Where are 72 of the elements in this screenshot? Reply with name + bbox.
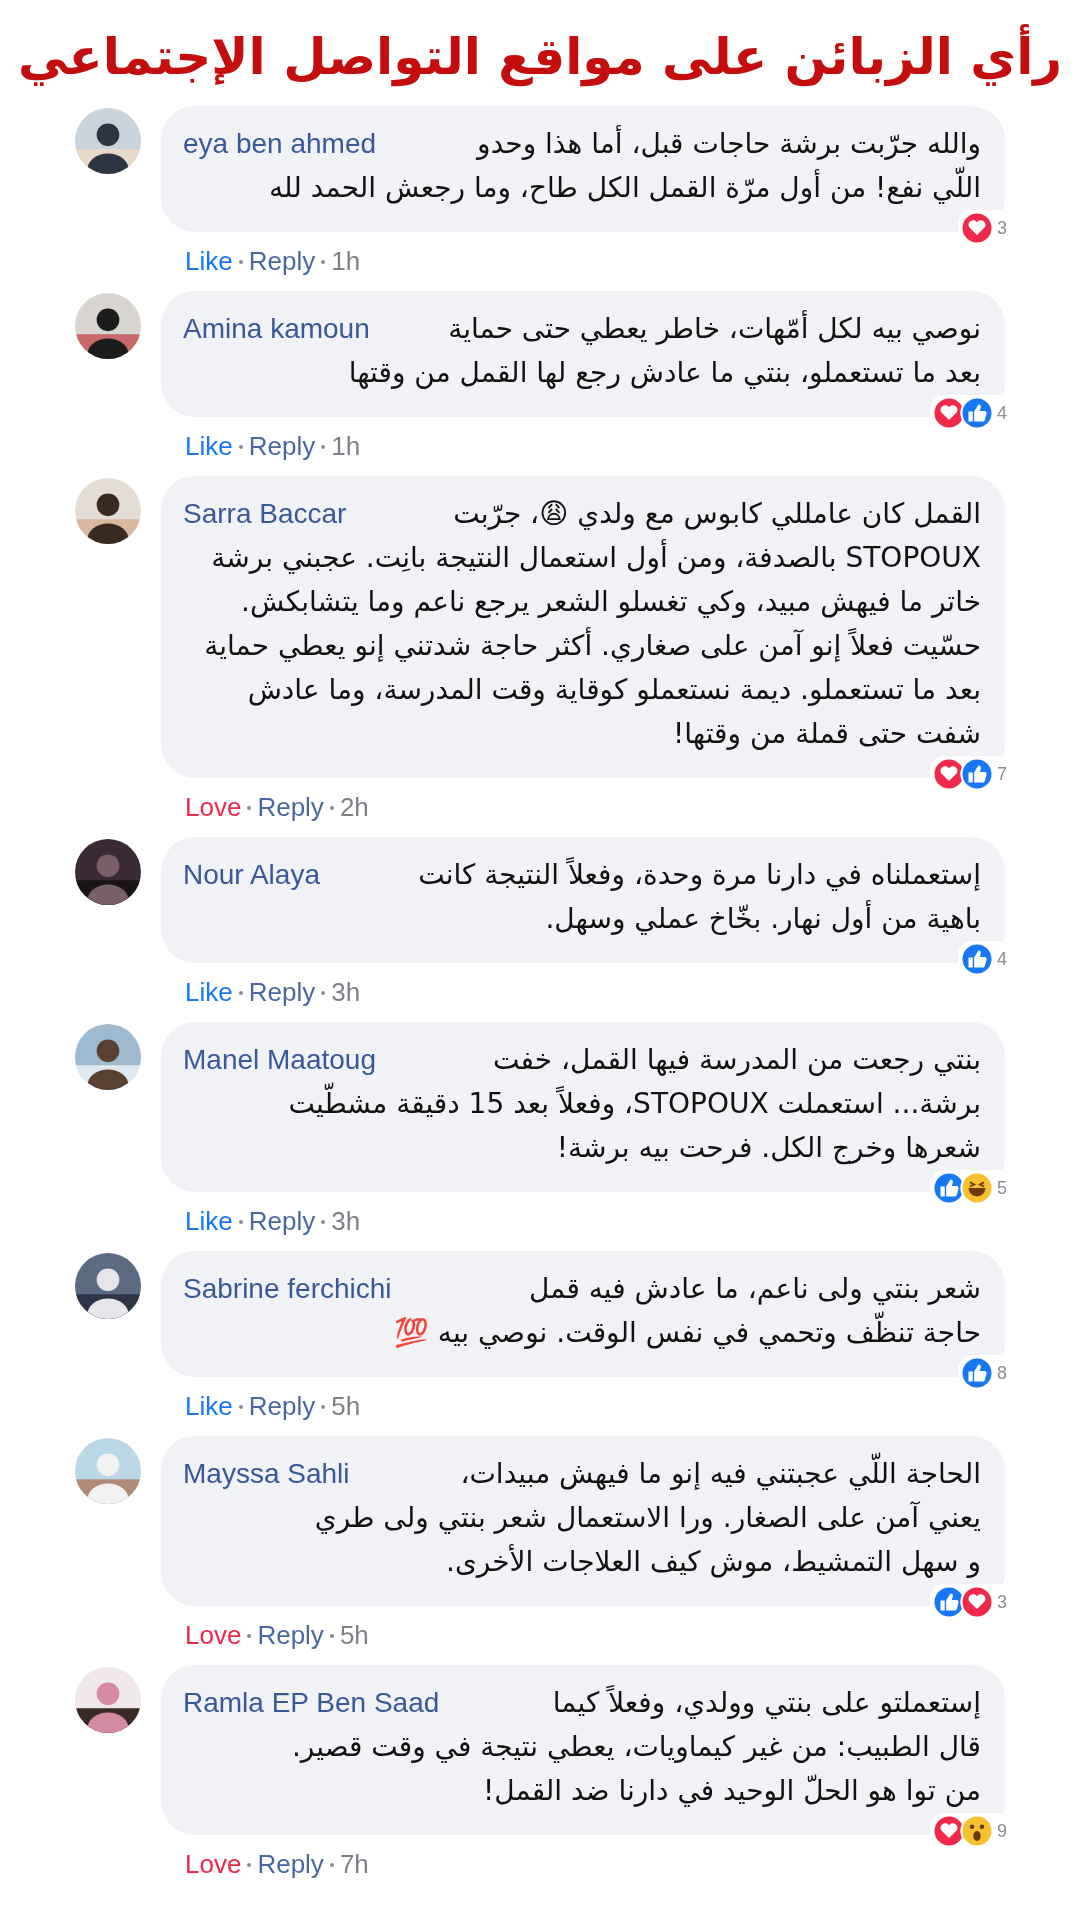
- comment-text: باهية من أول نهار. بخّاخ عملي وسهل.: [545, 899, 981, 937]
- comment-text: القمل كان عامللي كابوس مع ولدي 😩، جرّبت: [453, 496, 981, 532]
- reply-link[interactable]: Reply: [248, 1206, 316, 1237]
- like-reaction-icon: [960, 942, 994, 976]
- commenter-name[interactable]: Sabrine ferchichi: [183, 1273, 392, 1305]
- reaction-count: 9: [997, 1820, 1007, 1842]
- love-reaction-icon: [960, 211, 994, 245]
- commenter-name[interactable]: Manel Maatoug: [183, 1044, 376, 1076]
- like-reaction-icon: [960, 1356, 994, 1390]
- reaction-count: 5: [997, 1177, 1007, 1199]
- comment-text: بنتي رجعت من المدرسة فيها القمل، خفت: [493, 1042, 981, 1078]
- comment-text: شفت حتى قملة من وقتها!: [673, 716, 981, 752]
- reaction-count: 8: [997, 1362, 1007, 1384]
- commenter-name[interactable]: Nour Alaya: [183, 859, 320, 891]
- comment-time: 2h: [339, 792, 369, 823]
- comment-text: برشة... استعملت STOPOUX، وفعلاً بعد 15 دقيقة مشطّيت: [288, 1082, 981, 1126]
- comment-time: 3h: [331, 977, 361, 1008]
- reply-link[interactable]: Reply: [248, 977, 316, 1008]
- reaction-count: 4: [997, 402, 1007, 424]
- wow-reaction-icon: [960, 1814, 994, 1848]
- page-title: رأي الزبائن على مواقع التواصل الإجتماعي: [0, 22, 1080, 92]
- commenter-name[interactable]: eya ben ahmed: [183, 128, 377, 160]
- reaction-link[interactable]: Like: [185, 1391, 233, 1422]
- comment-text: شعر بنتي ولى ناعم، ما عادش فيه قمل: [529, 1271, 981, 1307]
- like-reaction-icon: [960, 396, 994, 430]
- comment-time: 7h: [339, 1849, 369, 1880]
- comment-text: خاتر ما فيهش مبيد، وكي تغسلو الشعر يرجع ناعم وما يتشابكش.: [241, 584, 981, 620]
- reply-link[interactable]: Reply: [248, 1391, 316, 1422]
- comment-text: الحاجة اللّي عجبتني فيه إنو ما فيهش مبيدات،: [460, 1452, 981, 1496]
- comment-text: إستعملناه في دارنا مرة وحدة، وفعلاً النتيجة كانت: [418, 856, 981, 893]
- comment-text: حاجة تنظّف وتحمي في نفس الوقت. نوصي بيه 💯: [393, 1311, 981, 1355]
- reply-link[interactable]: Reply: [248, 431, 316, 462]
- reaction-link[interactable]: Like: [185, 246, 233, 277]
- comment-text: STOPOUX بالصدفة، ومن أول استعمال النتيجة بانِت. عجبني برشة: [211, 538, 981, 576]
- reaction-count: 7: [997, 763, 1007, 785]
- comment-time: 3h: [331, 1206, 361, 1237]
- comment-text: إستعملتو على بنتي وولدي، وفعلاً كيما: [552, 1684, 981, 1721]
- comment-text: يعني آمن على الصغار. ورا الاستعمال شعر بنتي ولى طري: [314, 1500, 981, 1536]
- comment-time: 5h: [331, 1391, 361, 1422]
- comment-text: و سهل التمشيط، موش كيف العلاجات الأخرى.: [446, 1543, 981, 1580]
- reply-link[interactable]: Reply: [248, 246, 316, 277]
- reaction-link[interactable]: Love: [185, 792, 242, 823]
- comment-text: نوصي بيه لكل أمّهات، خاطر يعطي حتى حماية: [448, 309, 981, 347]
- comment-text: حسّيت فعلاً إنو آمن على صغاري. أكثر حاجة شدتني إنو يعطي حماية: [204, 626, 981, 664]
- love-reaction-icon: [960, 1585, 994, 1619]
- reaction-link[interactable]: Like: [185, 431, 233, 462]
- comment-text: من توا هو الحلّ الوحيد في دارنا ضد القمل!: [483, 1773, 981, 1809]
- reaction-link[interactable]: Love: [185, 1849, 242, 1880]
- comment-text: قال الطبيب: من غير كيماويات، يعطي نتيجة في وقت قصير.: [291, 1729, 981, 1765]
- comment-time: 5h: [339, 1620, 369, 1651]
- reaction-link[interactable]: Love: [185, 1620, 242, 1651]
- commenter-name[interactable]: Sarra Baccar: [183, 498, 347, 530]
- reaction-link[interactable]: Like: [185, 1206, 233, 1237]
- comment-text: اللّي نفع! من أول مرّة القمل الكل طاح، وما رجعش الحمد لله: [269, 166, 981, 210]
- reaction-count: 3: [997, 1591, 1007, 1613]
- reply-link[interactable]: Reply: [257, 1620, 324, 1651]
- reaction-count: 4: [997, 948, 1007, 970]
- reply-link[interactable]: Reply: [257, 792, 324, 823]
- comment-text: بعد ما تستعملو. ديمة نستعملو كوقاية وقت المدرسة، وما عادش: [247, 672, 981, 708]
- reply-link[interactable]: Reply: [257, 1849, 324, 1880]
- reaction-count: 3: [997, 217, 1007, 239]
- comment-time: 1h: [331, 246, 361, 277]
- reaction-link[interactable]: Like: [185, 977, 233, 1008]
- like-reaction-icon: [960, 757, 994, 791]
- comment-time: 1h: [331, 431, 361, 462]
- commenter-name[interactable]: Ramla EP Ben Saad: [183, 1687, 440, 1719]
- commenter-name[interactable]: Mayssa Sahli: [183, 1458, 350, 1490]
- commenter-name[interactable]: Amina kamoun: [183, 313, 370, 345]
- comment-text: والله جرّبت برشة حاجات قبل، أما هذا وحدو: [477, 124, 981, 162]
- comment-text: بعد ما تستعملو، بنتي ما عادش رجع لها القمل من وقتها: [348, 355, 981, 391]
- haha-reaction-icon: [960, 1171, 994, 1205]
- comment-text: شعرها وخرج الكل. فرحت بيه برشة!: [556, 1130, 981, 1167]
